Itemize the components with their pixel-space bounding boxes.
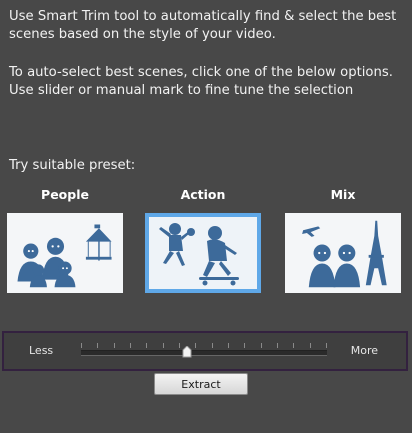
people-family-icon	[17, 224, 112, 288]
slider-tick	[195, 343, 196, 348]
preset-people-title: People	[41, 187, 89, 202]
slider-track[interactable]	[81, 350, 327, 356]
slider-tick	[97, 343, 98, 348]
preset-action-card[interactable]	[145, 213, 261, 293]
preset-action[interactable]: Action	[145, 187, 261, 293]
slider-more-label: More	[350, 344, 378, 357]
preset-mix[interactable]: Mix	[285, 187, 401, 293]
instructions-text: To auto-select best scenes, click one of…	[9, 65, 393, 98]
preset-mix-card[interactable]	[285, 213, 401, 293]
slider-ticks	[81, 343, 327, 349]
mix-travel-icon	[302, 220, 387, 288]
slider-tick	[326, 343, 327, 348]
slider-tick	[277, 343, 278, 348]
preset-people[interactable]: People	[7, 187, 123, 293]
slider-tick	[293, 343, 294, 348]
slider-tick	[81, 343, 82, 348]
slider-less-label: Less	[29, 344, 54, 357]
slider-thumb[interactable]	[182, 346, 192, 358]
slider-tick	[163, 343, 164, 348]
slider-tick	[114, 343, 115, 348]
preset-heading: Try suitable preset:	[9, 158, 136, 173]
slider-tick	[261, 343, 262, 348]
slider-tick	[212, 343, 213, 348]
slider-tick	[310, 343, 311, 348]
slider-tick	[228, 343, 229, 348]
slider-tick	[244, 343, 245, 348]
extract-button[interactable]: Extract	[154, 373, 248, 395]
slider-tick	[146, 343, 147, 348]
slider-tick	[179, 343, 180, 348]
intro-text: Use Smart Trim tool to automatically fin…	[9, 9, 397, 42]
preset-people-card[interactable]	[7, 213, 123, 293]
action-skater-icon	[159, 223, 239, 286]
preset-mix-title: Mix	[330, 187, 356, 202]
preset-action-title: Action	[180, 187, 226, 202]
smart-trim-slider-panel: Less More	[2, 331, 408, 371]
slider-tick	[130, 343, 131, 348]
